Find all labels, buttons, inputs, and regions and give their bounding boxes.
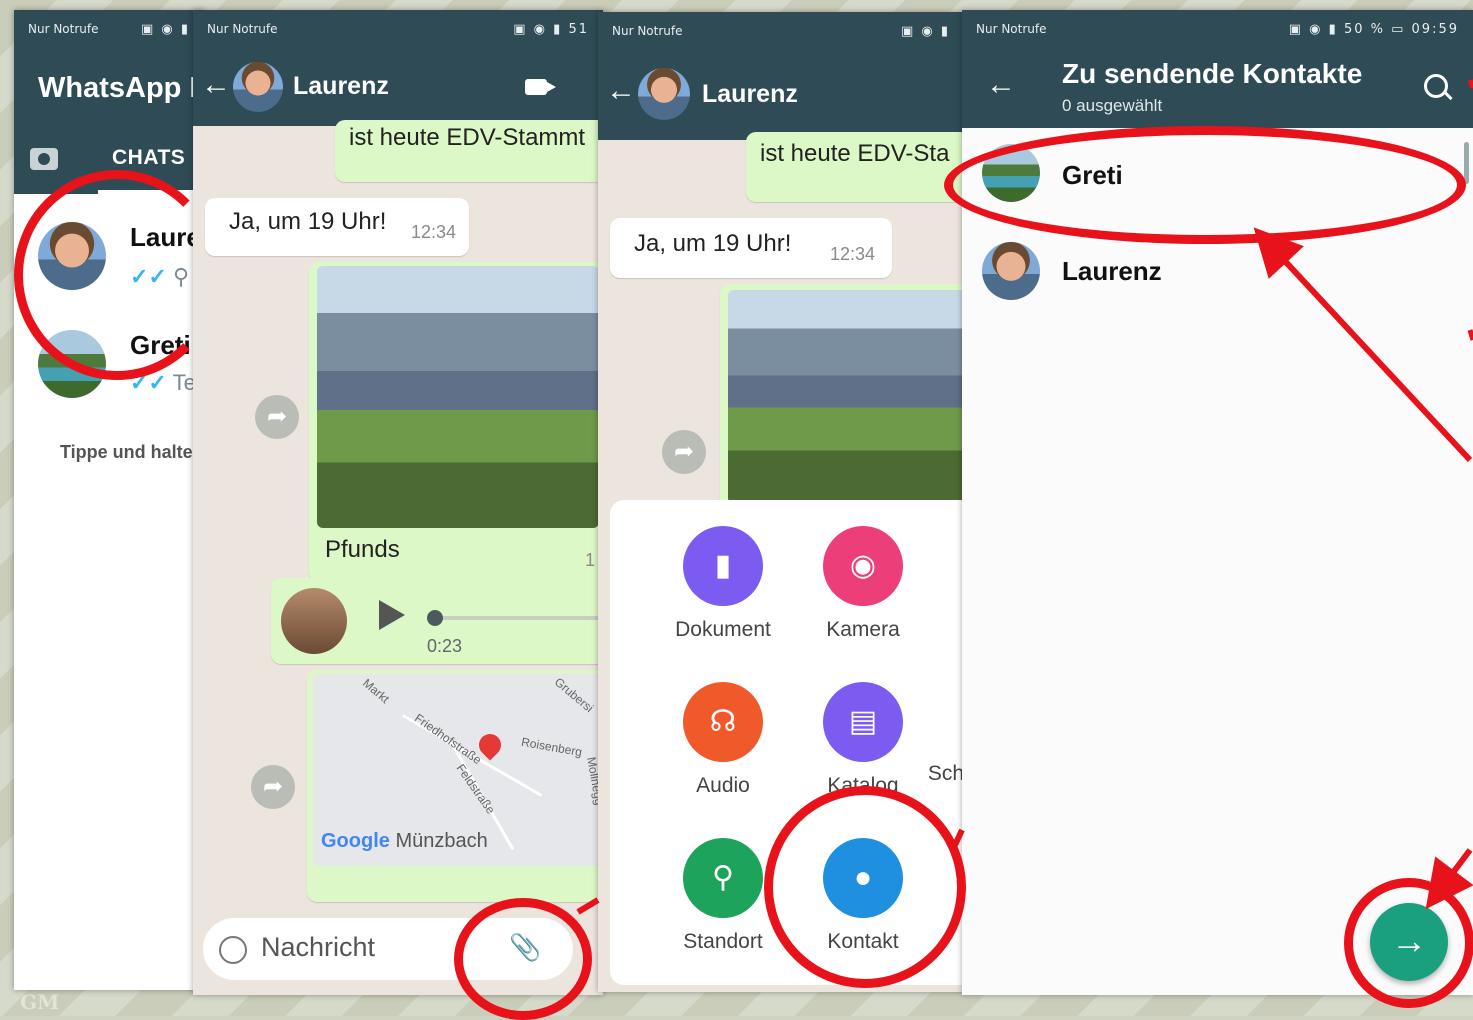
watermark: GM xyxy=(20,990,60,1014)
avatar xyxy=(38,330,106,398)
chat-header: ← Laurenz xyxy=(193,48,603,126)
location-icon[interactable]: ⚲ xyxy=(683,838,763,918)
double-check-icon: ✓✓ xyxy=(130,264,167,289)
page-title: Zu sendende Kontakte xyxy=(1062,58,1363,89)
emoji-icon[interactable] xyxy=(219,936,247,964)
status-bar: Nur Notrufe ▣ ◉ ▮ 51 xyxy=(193,10,603,48)
message-placeholder: Nachricht xyxy=(261,932,376,962)
mountain-photo[interactable] xyxy=(317,266,599,528)
scrollbar[interactable] xyxy=(1464,142,1469,184)
back-arrow-icon[interactable]: ← xyxy=(606,74,636,108)
image-message[interactable]: Pfunds 1 xyxy=(309,262,603,582)
carrier-text: Nur Notrufe xyxy=(976,22,1047,36)
avatar xyxy=(982,144,1040,202)
store-icon[interactable]: ▤ xyxy=(823,682,903,762)
person-icon[interactable]: ● xyxy=(823,838,903,918)
voice-duration: 0:23 xyxy=(427,636,463,656)
tab-indicator xyxy=(98,190,204,194)
place-name: Münzbach xyxy=(395,830,488,852)
audio-seek-handle[interactable] xyxy=(427,610,443,626)
chat-list-screen: Nur Notrufe ▣ ◉ ▮ WhatsApp B CHATS Laure… xyxy=(14,10,204,990)
back-arrow-icon[interactable]: ← xyxy=(986,68,1016,102)
avatar xyxy=(38,222,106,290)
image-message[interactable] xyxy=(720,284,964,514)
send-arrow-button[interactable]: → xyxy=(1370,903,1448,981)
audio-progress[interactable] xyxy=(429,616,603,620)
forward-icon[interactable]: ➦ xyxy=(251,765,295,809)
mountain-photo[interactable] xyxy=(728,290,964,504)
headphones-icon[interactable]: ☊ xyxy=(683,682,763,762)
video-call-icon[interactable] xyxy=(525,79,556,95)
incoming-message: Ja, um 19 Uhr! 12:34 xyxy=(610,218,892,278)
outgoing-message: ist heute EDV-Sta xyxy=(746,132,964,202)
incoming-message: Ja, um 19 Uhr! 12:34 xyxy=(205,198,469,256)
forward-icon[interactable]: ➦ xyxy=(255,395,299,439)
camera-tab-icon[interactable] xyxy=(30,148,58,170)
carrier-text: Nur Notrufe xyxy=(28,22,99,36)
voice-sender-avatar xyxy=(281,588,347,654)
camera-icon[interactable]: ◉ xyxy=(823,526,903,606)
chat-screen-attachments: Nur Notrufe ▣ ◉ ▮ ← Laurenz ist heute ED… xyxy=(598,12,964,992)
selection-count: 0 ausgewählt xyxy=(1062,96,1163,115)
location-message[interactable]: Markt Friedhofstraße Feldstraße Roisenbe… xyxy=(307,670,603,902)
attachment-sheet: ▮ Dokument ◉ Kamera ☊ Audio ▤ Katalog Sc… xyxy=(610,500,964,985)
chat-name: Laure xyxy=(130,222,201,252)
map-preview[interactable]: Markt Friedhofstraße Feldstraße Roisenbe… xyxy=(313,674,603,866)
document-icon[interactable]: ▮ xyxy=(683,526,763,606)
tab-chats[interactable]: CHATS xyxy=(112,146,185,170)
status-icons: ▣ ◉ ▮ 50 % ▭ 09:59 xyxy=(1288,21,1459,37)
avatar[interactable] xyxy=(233,62,283,112)
status-bar: Nur Notrufe ▣ ◉ ▮ xyxy=(14,10,204,48)
outgoing-message: ist heute EDV-Stammt xyxy=(335,120,603,182)
message-time: 12:34 xyxy=(411,222,457,242)
carrier-text: Nur Notrufe xyxy=(612,24,683,38)
status-icons: ▣ ◉ ▮ 51 xyxy=(513,21,589,37)
contact-name[interactable]: Laurenz xyxy=(702,80,798,109)
forward-icon[interactable]: ➦ xyxy=(662,430,706,474)
photo-caption: Pfunds xyxy=(325,536,400,563)
status-icons: ▣ ◉ ▮ xyxy=(140,21,190,37)
back-arrow-icon[interactable]: ← xyxy=(201,68,231,102)
status-bar: Nur Notrufe ▣ ◉ ▮ xyxy=(598,12,964,50)
search-icon[interactable] xyxy=(1424,74,1448,98)
contact-name: Laurenz xyxy=(1062,256,1162,286)
chat-name: Greti xyxy=(130,330,191,360)
google-logo: Google xyxy=(321,830,390,852)
contact-name[interactable]: Laurenz xyxy=(293,72,389,101)
header: Nur Notrufe ▣ ◉ ▮ 50 % ▭ 09:59 ← Zu send… xyxy=(962,10,1473,128)
app-title: WhatsApp B xyxy=(38,72,204,104)
message-text: Ja, um 19 Uhr! xyxy=(634,230,792,257)
status-icons: ▣ ◉ ▮ xyxy=(900,23,950,39)
status-bar: Nur Notrufe ▣ ◉ ▮ 50 % ▭ 09:59 xyxy=(962,10,1473,48)
attachment-clip-icon[interactable]: 📎 xyxy=(509,932,541,963)
voice-message[interactable]: 0:23 xyxy=(271,578,603,664)
message-time: 12:34 xyxy=(830,244,876,264)
message-text: Ja, um 19 Uhr! xyxy=(229,208,387,235)
carrier-text: Nur Notrufe xyxy=(207,22,278,36)
chat-screen: Nur Notrufe ▣ ◉ ▮ 51 ← Laurenz ist heute… xyxy=(193,10,603,995)
message-input[interactable]: Nachricht 📎 xyxy=(203,918,573,980)
attach-partial-label[interactable]: Sch xyxy=(876,762,964,786)
hint-text: Tippe und halte xyxy=(60,442,193,462)
double-check-icon: ✓✓ xyxy=(130,370,167,395)
chat-header: ← Laurenz xyxy=(598,48,964,140)
avatar xyxy=(982,242,1040,300)
contacts-to-send-screen: Nur Notrufe ▣ ◉ ▮ 50 % ▭ 09:59 ← Zu send… xyxy=(962,10,1473,995)
location-pin-icon: ⚲ xyxy=(173,264,190,289)
play-icon[interactable] xyxy=(379,600,405,630)
avatar[interactable] xyxy=(638,68,690,120)
contact-name: Greti xyxy=(1062,160,1123,190)
